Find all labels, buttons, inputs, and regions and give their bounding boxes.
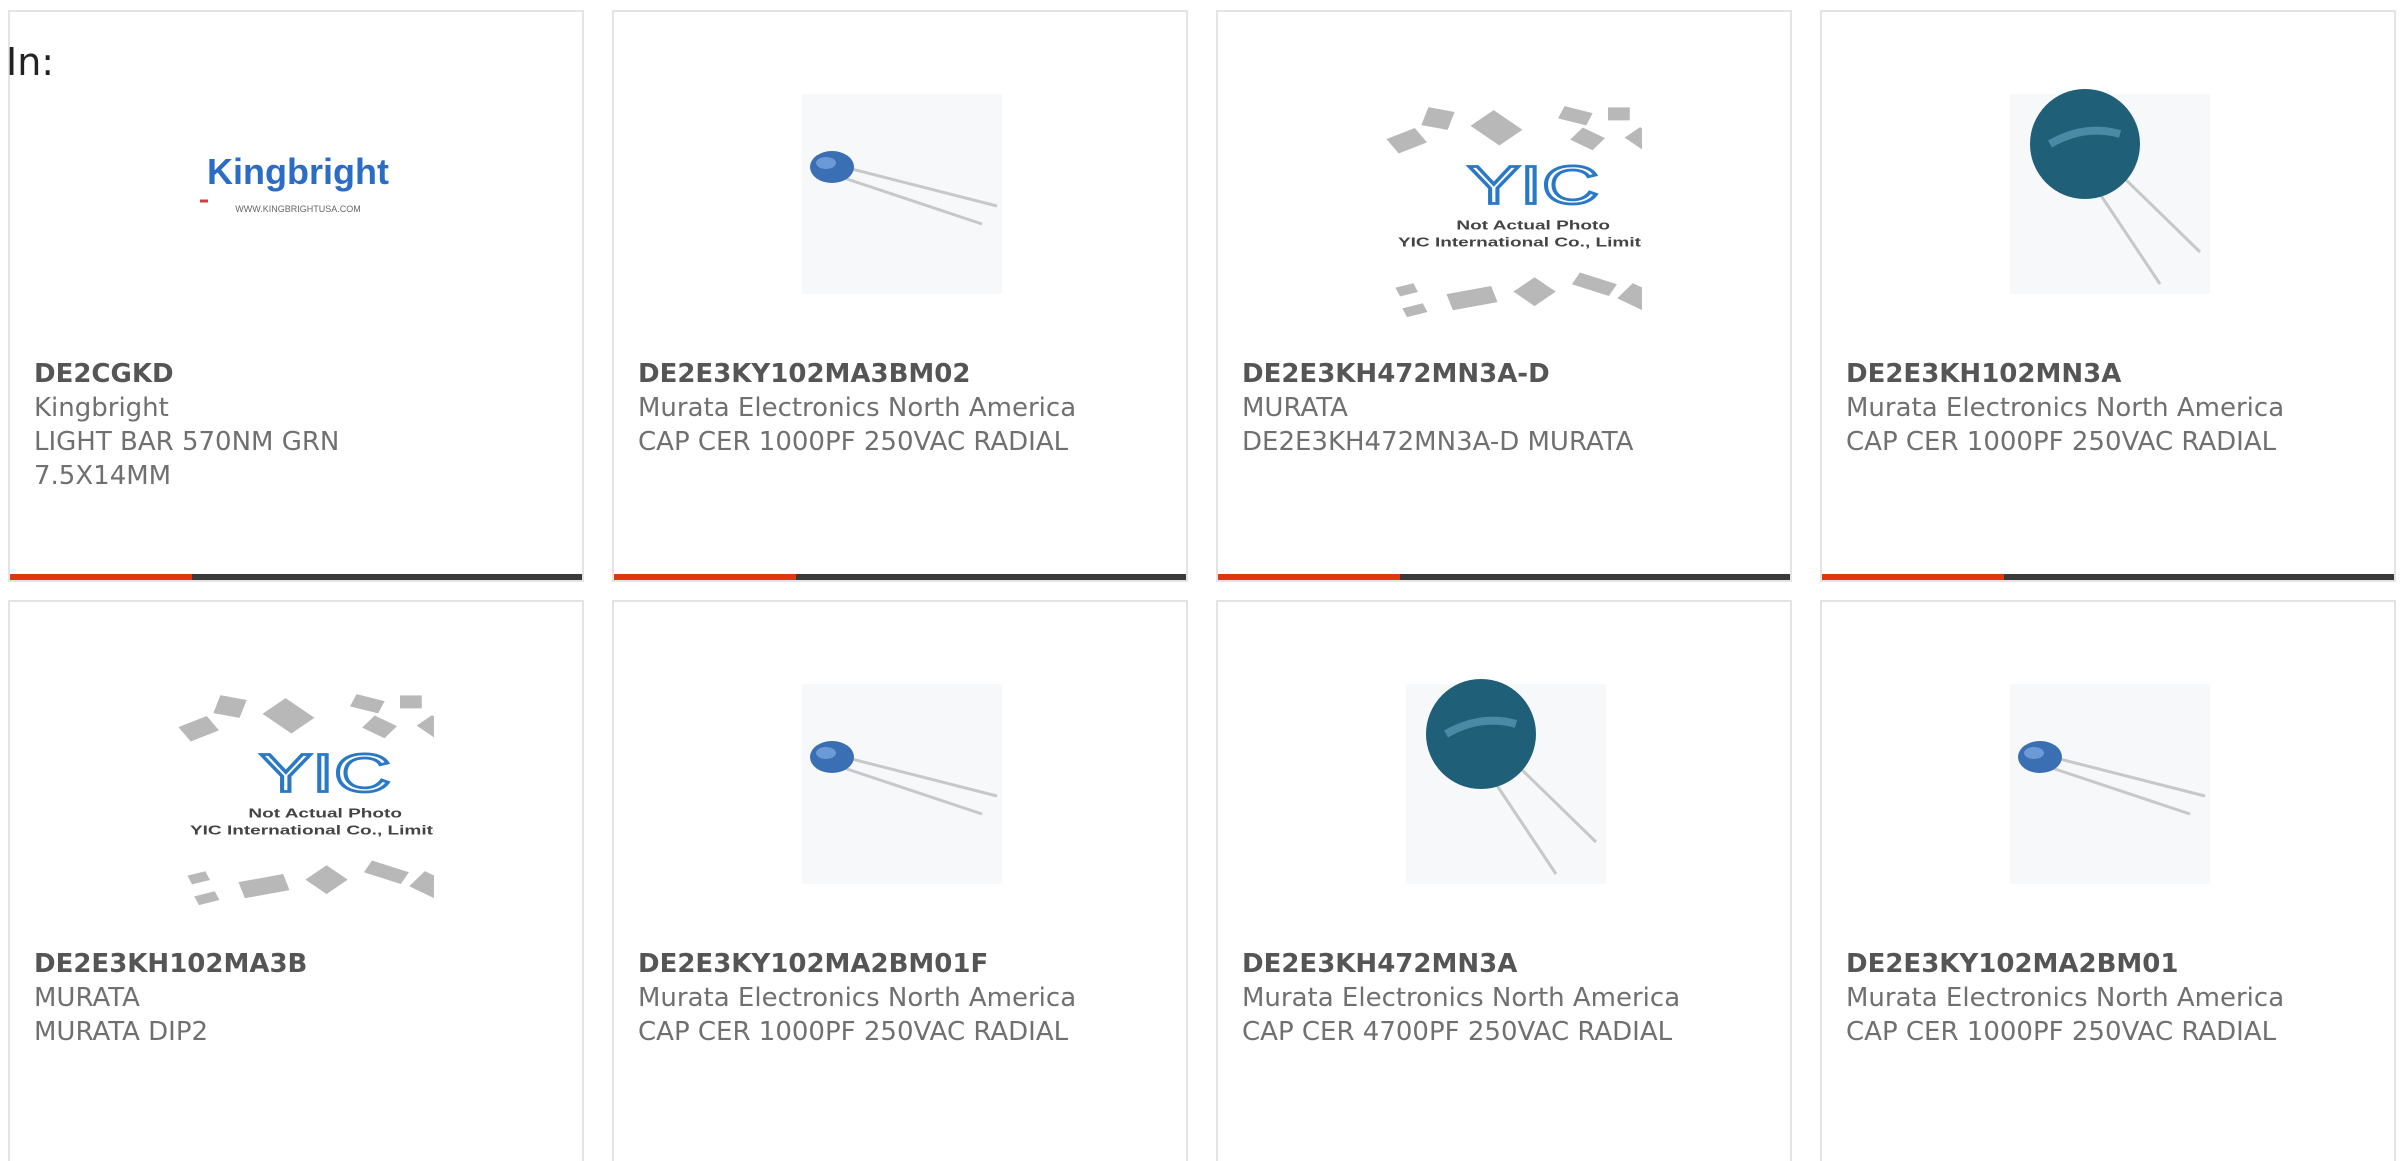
capacitor-photo-icon [802, 94, 1002, 294]
product-card[interactable]: Kingbright WWW.KINGBRIGHTUSA.COM DE2CGKD… [8, 10, 584, 582]
capacitor-photo-icon [2010, 684, 2210, 884]
part-number-link[interactable]: DE2E3KH102MN3A [1846, 357, 2366, 391]
part-number-link[interactable]: DE2E3KH472MN3A [1242, 947, 1762, 981]
svg-text:Kingbright: Kingbright [207, 151, 389, 192]
description: DE2E3KH472MN3A-D MURATA [1242, 427, 1634, 457]
product-card[interactable]: DE2E3KH102MN3A Murata Electronics North … [1820, 10, 2396, 582]
product-info: DE2E3KY102MA2BM01F Murata Electronics No… [638, 947, 1158, 1049]
capacitor-photo-icon [802, 684, 1002, 884]
description: 7.5X14MM [34, 461, 172, 491]
product-info: DE2E3KH472MN3A-D MURATA DE2E3KH472MN3A-D… [1242, 357, 1762, 459]
description: CAP CER 1000PF 250VAC RADIAL [1846, 1017, 2277, 1047]
card-footer-bar [614, 574, 1186, 580]
product-info: DE2E3KY102MA2BM01 Murata Electronics Nor… [1846, 947, 2366, 1049]
product-card[interactable]: DE2E3KY102MA3BM02 Murata Electronics Nor… [612, 10, 1188, 582]
filter-in-label: In: [6, 40, 55, 84]
svg-text:YIC International Co., Limited: YIC International Co., Limited. [190, 823, 434, 837]
manufacturer: Murata Electronics North America [1846, 393, 2285, 423]
card-footer-bar [10, 574, 582, 580]
product-info: DE2E3KH102MN3A Murata Electronics North … [1846, 357, 2366, 459]
manufacturer: Murata Electronics North America [638, 983, 1077, 1013]
product-card[interactable]: YIC Not Actual Photo YIC International C… [8, 600, 584, 1161]
product-card[interactable]: DE2E3KH472MN3A Murata Electronics North … [1216, 600, 1792, 1161]
yic-placeholder-icon: YIC Not Actual Photo YIC International C… [178, 694, 434, 906]
svg-text:YIC: YIC [259, 744, 390, 804]
product-info: DE2CGKD Kingbright LIGHT BAR 570NM GRN 7… [34, 357, 554, 493]
part-number-link[interactable]: DE2E3KH472MN3A-D [1242, 357, 1762, 391]
description: CAP CER 1000PF 250VAC RADIAL [638, 427, 1069, 457]
product-info: DE2E3KH102MA3B MURATA MURATA DIP2 [34, 947, 554, 1049]
svg-text:Not Actual Photo: Not Actual Photo [248, 806, 402, 820]
product-grid-page: In: Kingbright WWW.KINGBRIGHTUSA.COM DE2… [0, 0, 2400, 1161]
manufacturer: MURATA [1242, 393, 1348, 423]
description: LIGHT BAR 570NM GRN [34, 427, 340, 457]
part-number-link[interactable]: DE2E3KH102MA3B [34, 947, 554, 981]
manufacturer: MURATA [34, 983, 140, 1013]
card-footer-bar [1822, 574, 2394, 580]
description: CAP CER 1000PF 250VAC RADIAL [1846, 427, 2277, 457]
capacitor-photo-icon [2010, 89, 2210, 294]
svg-text:YIC: YIC [1467, 156, 1598, 216]
product-card[interactable]: YIC Not Actual Photo YIC International C… [1216, 10, 1792, 582]
part-number-link[interactable]: DE2E3KY102MA2BM01F [638, 947, 1158, 981]
part-number-link[interactable]: DE2CGKD [34, 357, 554, 391]
product-card[interactable]: DE2E3KY102MA2BM01F Murata Electronics No… [612, 600, 1188, 1161]
yic-placeholder-icon: YIC Not Actual Photo YIC International C… [1386, 106, 1642, 318]
kingbright-logo-icon: Kingbright WWW.KINGBRIGHTUSA.COM [200, 151, 389, 214]
svg-text:WWW.KINGBRIGHTUSA.COM: WWW.KINGBRIGHTUSA.COM [235, 204, 361, 214]
manufacturer: Murata Electronics North America [638, 393, 1077, 423]
svg-text:YIC International Co., Limited: YIC International Co., Limited. [1398, 235, 1642, 249]
description: MURATA DIP2 [34, 1017, 209, 1047]
product-info: DE2E3KH472MN3A Murata Electronics North … [1242, 947, 1762, 1049]
description: CAP CER 1000PF 250VAC RADIAL [638, 1017, 1069, 1047]
manufacturer: Kingbright [34, 393, 169, 423]
description: CAP CER 4700PF 250VAC RADIAL [1242, 1017, 1673, 1047]
svg-text:Not Actual Photo: Not Actual Photo [1456, 218, 1610, 232]
part-number-link[interactable]: DE2E3KY102MA2BM01 [1846, 947, 2366, 981]
card-footer-bar [1218, 574, 1790, 580]
product-info: DE2E3KY102MA3BM02 Murata Electronics Nor… [638, 357, 1158, 459]
manufacturer: Murata Electronics North America [1242, 983, 1681, 1013]
part-number-link[interactable]: DE2E3KY102MA3BM02 [638, 357, 1158, 391]
capacitor-photo-icon [1406, 679, 1606, 884]
manufacturer: Murata Electronics North America [1846, 983, 2285, 1013]
product-card[interactable]: DE2E3KY102MA2BM01 Murata Electronics Nor… [1820, 600, 2396, 1161]
